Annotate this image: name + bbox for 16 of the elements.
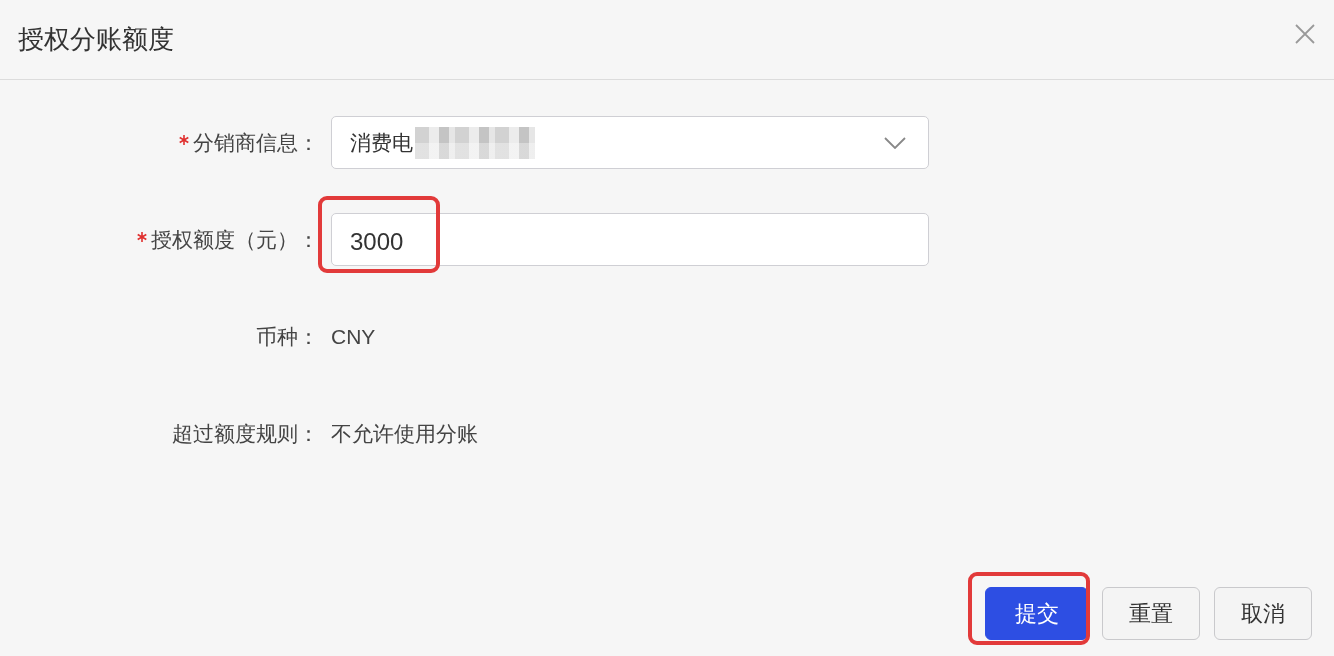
field-label: 授权额度（元）： [151,226,319,253]
close-icon [1295,23,1315,44]
close-button[interactable] [1294,22,1316,45]
field-label: 分销商信息： [193,129,319,156]
field-value: CNY [331,324,376,349]
chevron-down-icon [884,136,906,149]
secondary-button[interactable]: 取消 [1214,587,1312,640]
submit-button[interactable]: 提交 [985,587,1088,640]
amount-input[interactable]: 3000 [331,213,929,266]
dialog-title: 授权分账额度 [18,23,174,56]
field-label: 币种： [256,323,319,350]
field-label: 超过额度规则： [172,420,319,447]
field-value: 不允许使用分账 [331,420,478,447]
select-value: 消费电 [350,129,413,156]
secondary-button[interactable]: 重置 [1102,587,1200,640]
distributor-select[interactable]: 消费电 [331,116,929,169]
